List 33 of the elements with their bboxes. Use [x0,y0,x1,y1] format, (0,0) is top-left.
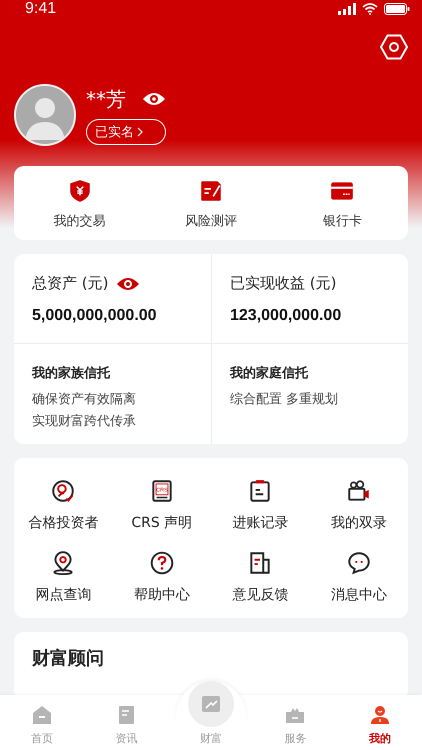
service-item[interactable]: 进账记录 [211,478,310,532]
realized-income-label: 已实现收益 (元) [230,274,336,293]
total-assets-value: 5,000,000,000.00 [32,307,158,325]
wifi-icon [362,3,378,15]
shortcut-item[interactable]: 银行卡 [276,178,408,230]
service-item[interactable]: 帮助中心 [112,550,211,604]
settings-icon[interactable] [380,34,408,60]
section-title: 财富顾问 [32,648,104,669]
service-item[interactable]: 网点查询 [14,550,112,604]
service-item[interactable]: 意见反馈 [211,550,310,604]
shortcut-item[interactable]: 风险测评 [145,178,277,230]
service-item[interactable]: 合格投资者 [14,478,112,532]
trust-description: 综合配置 多重规划 [230,391,340,408]
tab-item[interactable]: 我的 [338,695,422,750]
service-item[interactable]: 我的双录 [310,478,408,532]
trust-description: 实现财富跨代传承 [32,413,137,430]
total-assets-label: 总资产 (元) [32,274,108,293]
shortcut-item[interactable]: 我的交易 [14,178,146,230]
status-time: 9:41 [25,0,56,18]
trust-description: 确保资产有效隔离 [32,391,137,408]
user-check-icon [50,478,76,504]
verified-badge[interactable]: 已实名 [86,118,166,144]
user-name: **芳 [86,86,126,112]
chat-bubble-icon [346,550,372,576]
realized-income-value: 123,000,000.00 [230,307,342,325]
trust-title[interactable]: 我的家族信托 [32,364,193,382]
service-item[interactable]: 消息中心 [310,550,408,604]
trust-title[interactable]: 我的家庭信托 [230,364,390,382]
help-icon [148,550,175,576]
signal-icon [338,3,356,15]
battery-icon [384,3,410,15]
eye-icon[interactable] [116,276,140,292]
eye-icon[interactable] [142,91,166,107]
